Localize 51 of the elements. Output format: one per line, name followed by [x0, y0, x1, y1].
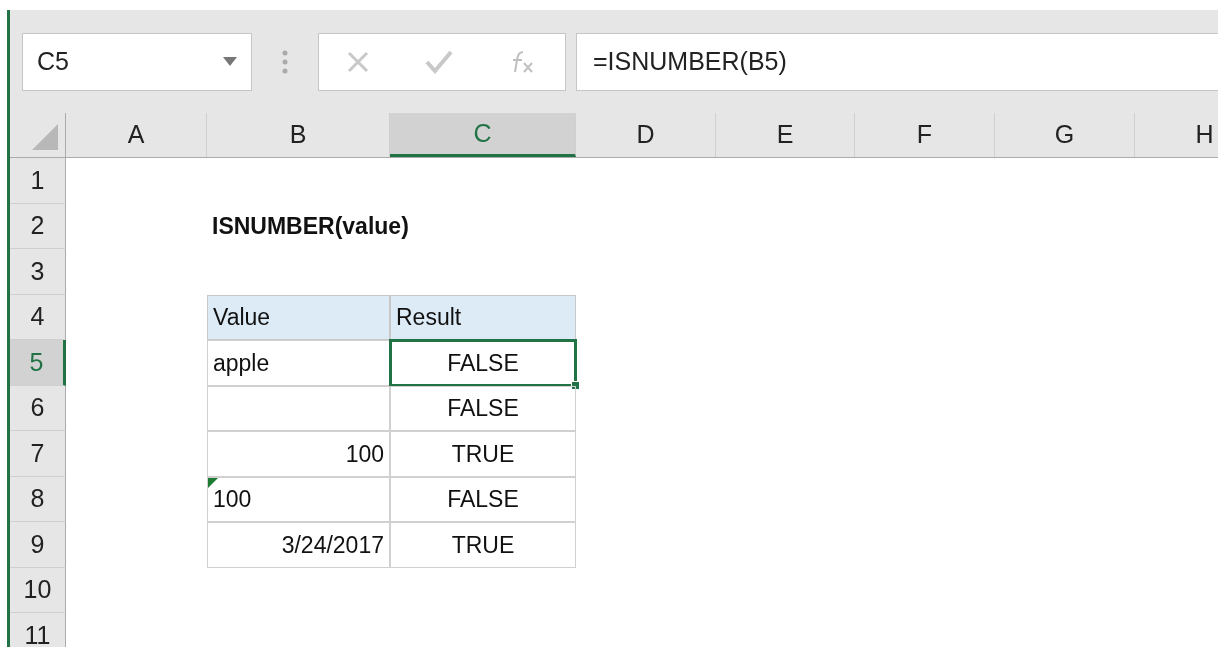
cell-text: FALSE — [447, 348, 519, 378]
fill-handle-icon[interactable] — [571, 380, 580, 390]
row-header[interactable]: 5 — [10, 340, 66, 386]
cell-text: Result — [396, 303, 462, 332]
formula-field[interactable]: =ISNUMBER(B5) — [576, 32, 1218, 91]
cell-text: 3/24/2017 — [281, 530, 384, 560]
corner-triangle-icon — [32, 124, 58, 150]
cell-text: apple — [213, 348, 270, 378]
row-header[interactable]: 10 — [10, 567, 66, 613]
column-header[interactable]: C — [390, 113, 576, 157]
header-cell[interactable]: Result — [390, 294, 576, 340]
column-header[interactable]: F — [855, 113, 995, 157]
cell-text: TRUE — [451, 439, 515, 469]
dropdown-arrow-icon[interactable] — [223, 57, 237, 66]
column-header[interactable]: H — [1135, 113, 1218, 157]
table-cell[interactable]: TRUE — [390, 522, 576, 568]
table-cell[interactable]: FALSE — [390, 476, 576, 522]
sheet-title: ISNUMBER(value) — [212, 212, 409, 241]
header-cell[interactable]: Value — [207, 294, 390, 340]
row-header[interactable]: 3 — [10, 249, 66, 295]
row-header[interactable]: 8 — [10, 476, 66, 522]
cell-text: Value — [213, 303, 271, 332]
formula-text: =ISNUMBER(B5) — [593, 45, 787, 77]
column-header[interactable]: D — [576, 113, 716, 157]
check-icon[interactable] — [425, 49, 453, 74]
column-header[interactable]: G — [995, 113, 1135, 157]
cell-text: FALSE — [447, 394, 519, 423]
table-cell[interactable]: apple — [207, 340, 390, 386]
column-header[interactable]: E — [716, 113, 855, 157]
cell-text: FALSE — [447, 485, 519, 514]
table-cell[interactable] — [207, 385, 390, 431]
row-header[interactable]: 1 — [10, 158, 66, 204]
table-cell[interactable]: 100 — [207, 431, 390, 477]
column-header[interactable]: A — [66, 113, 207, 157]
cell-text: 100 — [345, 439, 384, 469]
cell-text: TRUE — [451, 530, 515, 560]
row-header[interactable]: 2 — [10, 203, 66, 249]
table-cell[interactable]: 3/24/2017 — [207, 522, 390, 568]
row-header[interactable]: 7 — [10, 431, 66, 477]
cancel-icon[interactable] — [347, 50, 369, 73]
table-cell[interactable]: TRUE — [390, 431, 576, 477]
row-header[interactable]: 9 — [10, 522, 66, 568]
table-cell[interactable]: 100 — [207, 476, 390, 522]
name-box[interactable]: C5 — [22, 32, 252, 91]
row-header[interactable]: 6 — [10, 385, 66, 431]
cell-text: 100 — [213, 485, 252, 514]
row-header[interactable]: 4 — [10, 294, 66, 340]
grip-icon — [282, 49, 288, 74]
row-header[interactable]: 11 — [10, 613, 66, 647]
table-cell[interactable]: FALSE — [390, 385, 576, 431]
name-box-value: C5 — [37, 45, 69, 77]
